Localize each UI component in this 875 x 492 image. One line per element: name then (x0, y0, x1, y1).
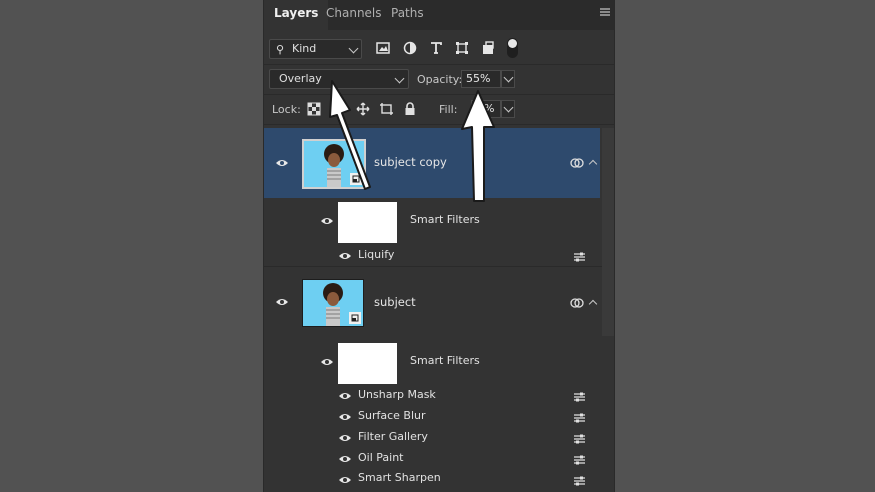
smart-filter-link-icon[interactable] (570, 157, 584, 169)
layers-panel: Layers Channels Paths ⚲ Kind Overlay Opa… (263, 0, 615, 492)
filter-name[interactable]: Oil Paint (358, 451, 404, 464)
filter-blending-options-icon[interactable] (573, 455, 586, 465)
smart-filter-link-icon[interactable] (570, 297, 584, 309)
divider (264, 266, 614, 267)
shape-layer-filter-icon[interactable] (455, 41, 469, 55)
chevron-down-icon (394, 73, 405, 84)
filter-name[interactable]: Surface Blur (358, 409, 426, 422)
smart-object-badge-icon (349, 312, 361, 324)
pixel-layer-filter-icon[interactable] (376, 41, 390, 55)
filter-name[interactable]: Smart Sharpen (358, 471, 441, 484)
divider (264, 124, 614, 125)
collapse-chevron-icon[interactable] (588, 159, 598, 169)
panel-menu-icon[interactable] (600, 8, 610, 16)
smart-filters-label: Smart Filters (410, 354, 480, 367)
smart-filter-mask-thumbnail (338, 202, 397, 243)
layer-thumbnail (302, 279, 364, 327)
divider (264, 94, 614, 95)
divider (264, 64, 614, 65)
filter-name[interactable]: Liquify (358, 248, 394, 261)
filter-blending-options-icon[interactable] (573, 252, 586, 262)
visibility-eye-icon[interactable] (338, 454, 352, 464)
smart-filters-label: Smart Filters (410, 213, 480, 226)
panel-tab-bar: Layers Channels Paths (264, 0, 614, 30)
layer-row-subject-copy[interactable]: subject copy (264, 128, 600, 198)
layer-name: subject (374, 295, 416, 309)
collapse-chevron-icon[interactable] (588, 299, 598, 309)
blend-mode-value: Overlay (279, 72, 322, 85)
chevron-down-icon (503, 102, 514, 113)
smart-filter-mask-thumbnail (338, 343, 397, 384)
lock-transparent-pixels-icon[interactable] (307, 102, 321, 116)
annotation-arrow-blend-mode (329, 80, 371, 190)
smart-object-filter-icon[interactable] (481, 41, 495, 55)
visibility-eye-icon[interactable] (338, 475, 352, 485)
visibility-eye-icon[interactable] (275, 158, 289, 168)
annotation-arrow-opacity (461, 90, 495, 202)
visibility-eye-icon[interactable] (338, 251, 352, 261)
visibility-eye-icon[interactable] (338, 391, 352, 401)
search-icon: ⚲ (276, 43, 285, 56)
scrollbar-track[interactable] (602, 128, 614, 336)
chevron-down-icon (503, 72, 514, 83)
tab-paths[interactable]: Paths (381, 0, 434, 30)
opacity-dropdown-button[interactable] (501, 70, 515, 88)
filter-blending-options-icon[interactable] (573, 392, 586, 402)
filter-blending-options-icon[interactable] (573, 434, 586, 444)
filter-kind-dropdown[interactable]: ⚲ Kind (269, 39, 362, 59)
visibility-eye-icon[interactable] (338, 433, 352, 443)
visibility-eye-icon[interactable] (275, 297, 289, 307)
visibility-eye-icon[interactable] (320, 216, 334, 226)
filter-blending-options-icon[interactable] (573, 476, 586, 486)
filter-name[interactable]: Filter Gallery (358, 430, 428, 443)
adjustment-layer-filter-icon[interactable] (403, 41, 417, 55)
layer-row-subject[interactable]: subject (264, 270, 600, 336)
filter-name[interactable]: Unsharp Mask (358, 388, 436, 401)
fill-dropdown-button[interactable] (501, 100, 515, 118)
visibility-eye-icon[interactable] (320, 357, 334, 367)
visibility-eye-icon[interactable] (338, 412, 352, 422)
filter-kind-label: Kind (292, 42, 317, 55)
chevron-down-icon (348, 43, 359, 54)
lock-label: Lock: (272, 103, 301, 116)
lock-all-icon[interactable] (403, 102, 417, 116)
filter-blending-options-icon[interactable] (573, 413, 586, 423)
type-layer-filter-icon[interactable] (429, 41, 443, 55)
filter-toggle[interactable] (507, 38, 518, 58)
